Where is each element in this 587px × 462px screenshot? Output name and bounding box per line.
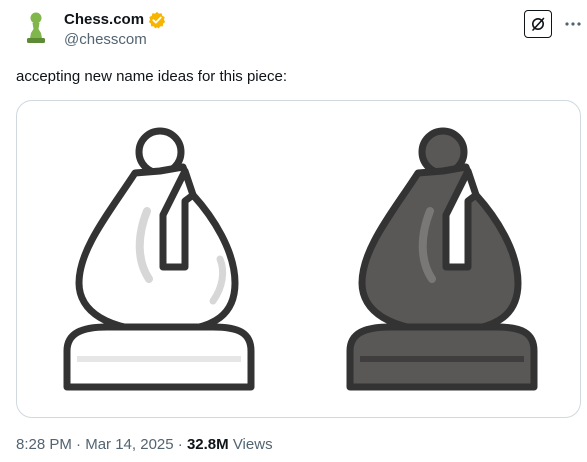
- views-count[interactable]: 32.8M: [187, 436, 229, 453]
- verified-badge-icon[interactable]: [148, 11, 166, 29]
- tweet-meta: 8:28 PM · Mar 14, 2025 · 32.8M Views: [16, 435, 273, 455]
- meta-separator: ·: [76, 436, 82, 453]
- author-name-row: Chess.com: [64, 11, 166, 29]
- tweet-text: accepting new name ideas for this piece:: [16, 68, 287, 85]
- tweet-date[interactable]: Mar 14, 2025: [85, 436, 173, 453]
- avatar[interactable]: [16, 8, 56, 48]
- white-bishop-icon: [63, 127, 255, 391]
- meta-separator: ·: [177, 436, 183, 453]
- views-label: Views: [232, 436, 273, 453]
- black-bishop-icon: [346, 127, 538, 391]
- more-options-icon: [565, 22, 581, 26]
- grok-button[interactable]: [524, 10, 552, 38]
- author-display-name[interactable]: Chess.com: [64, 11, 144, 29]
- tweet-media-image[interactable]: [16, 100, 581, 418]
- tweet-time[interactable]: 8:28 PM: [16, 436, 72, 453]
- grok-icon: [532, 17, 545, 31]
- pawn-icon: [27, 12, 45, 43]
- author-handle[interactable]: @chesscom: [64, 31, 147, 49]
- more-options-button[interactable]: [562, 14, 584, 34]
